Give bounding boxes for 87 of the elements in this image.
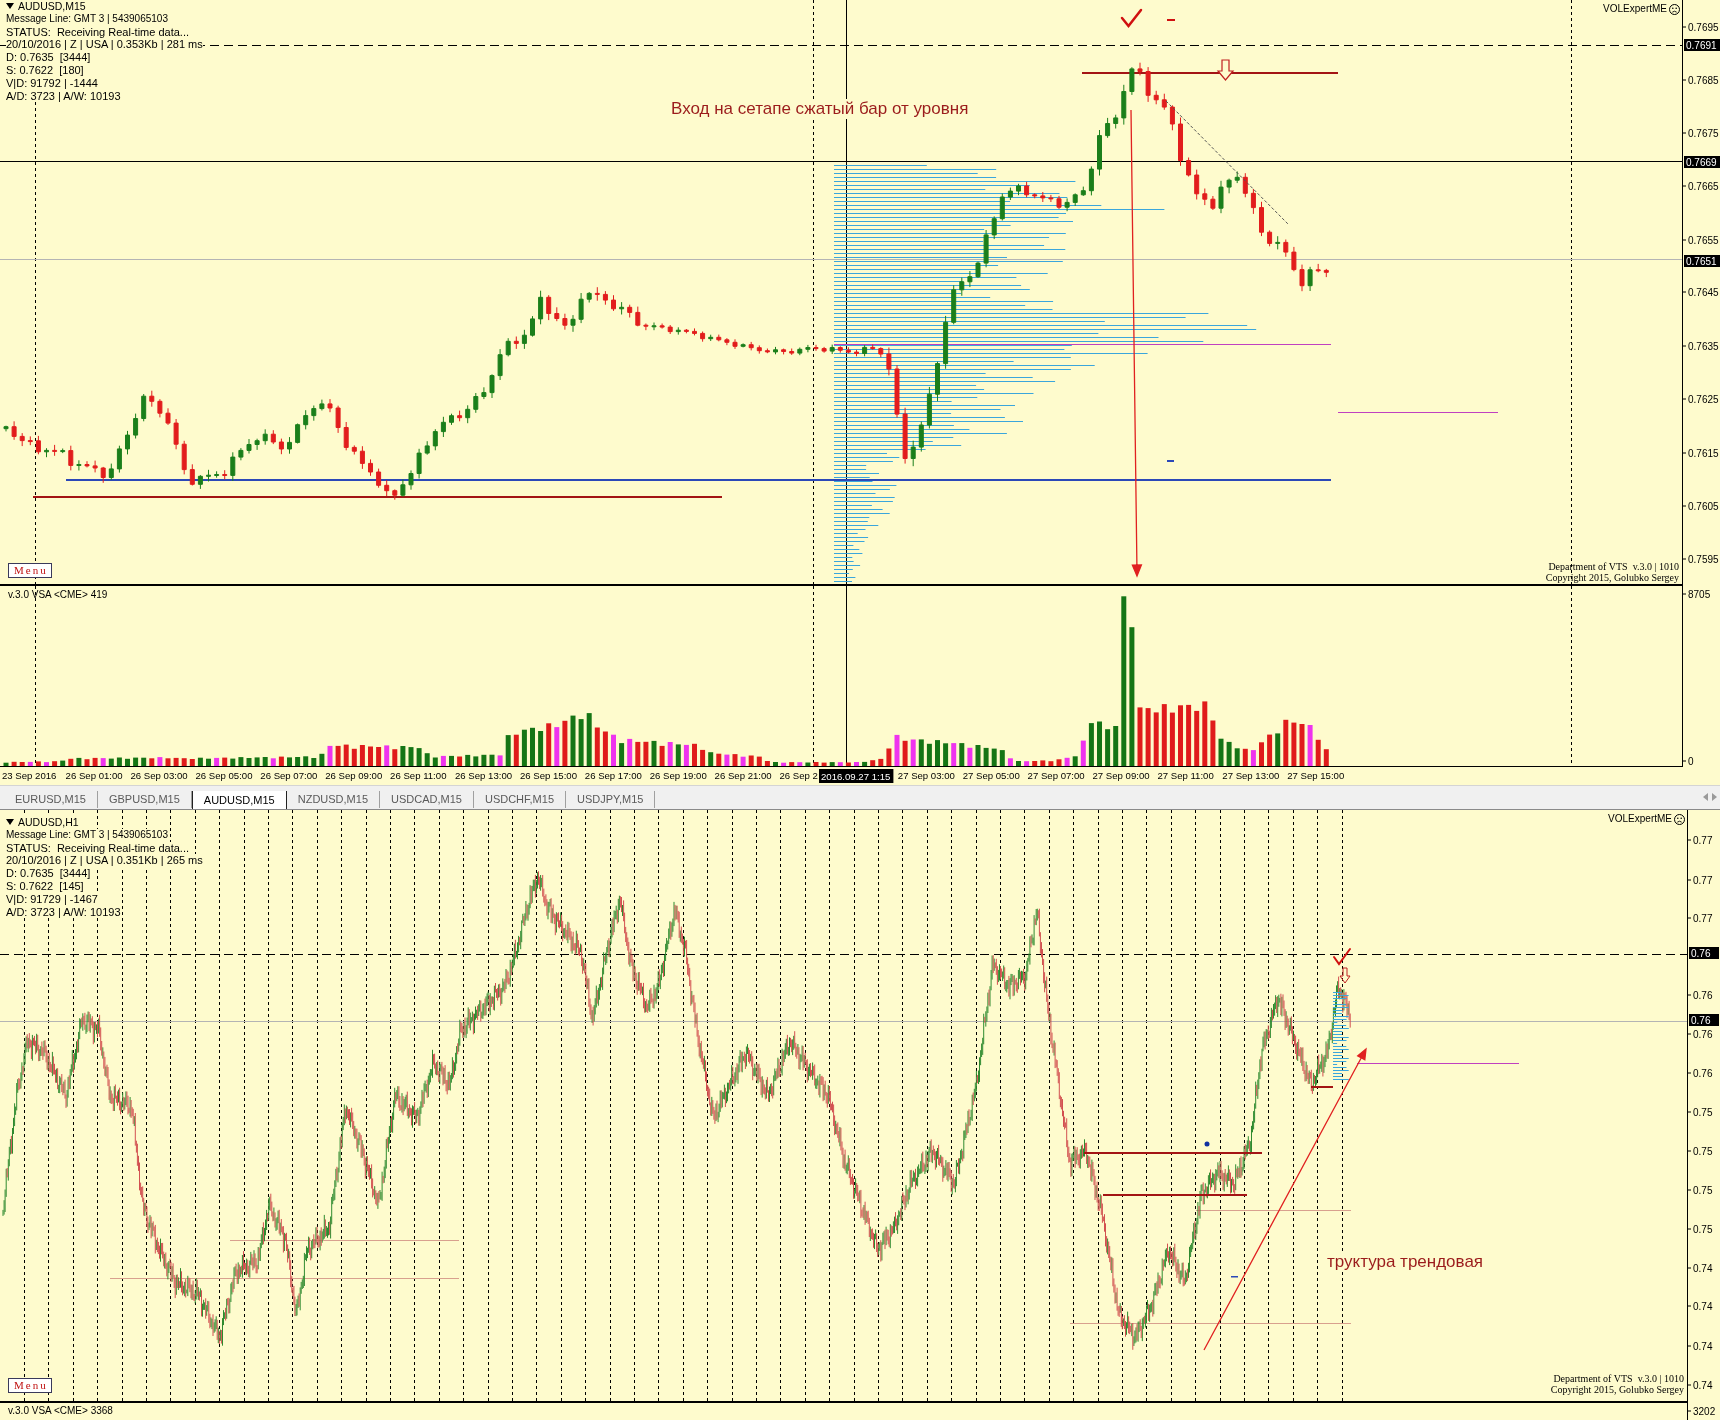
time-axis-label: 26 Sep 17:00 xyxy=(584,770,642,781)
price-axis-label: 0.7675 xyxy=(1688,127,1719,139)
time-axis-label: 27 Sep 11:00 xyxy=(1157,770,1214,781)
price-axis-label: 0.7595 xyxy=(1688,553,1719,565)
price-axis-label: 0.76 xyxy=(1693,989,1713,1001)
price-axis-label: 0.74 xyxy=(1693,1340,1713,1352)
price-axis-label: 0.7695 xyxy=(1688,21,1719,33)
time-axis-label: 27 Sep 07:00 xyxy=(1027,770,1085,781)
checkmark-icon xyxy=(1120,8,1143,28)
credits-text: Copyright 2015, Golubko Sergey xyxy=(1545,572,1679,583)
dash-mark-icon xyxy=(1167,19,1175,21)
down-arrow-icon xyxy=(1216,59,1235,81)
current-price-tag: 0.76 xyxy=(1689,947,1719,959)
price-axis-label: 0.77 xyxy=(1693,912,1713,924)
horizontal-level-line xyxy=(1311,1086,1333,1088)
price-axis-label: 0.77 xyxy=(1693,874,1713,886)
chart-tab[interactable]: NZDUSD,M15 xyxy=(286,791,381,808)
checkmark-icon xyxy=(1333,948,1351,966)
time-axis-label: 26 Sep 01:00 xyxy=(65,770,123,781)
price-axis-label: 0.7685 xyxy=(1688,74,1719,86)
chart-tab[interactable]: EURUSD,M15 xyxy=(4,791,98,808)
price-axis-label: 0.7605 xyxy=(1688,500,1719,512)
time-axis-label: 23 Sep 2016 xyxy=(2,770,57,781)
time-axis-label: 26 Sep 2 xyxy=(779,770,818,781)
time-axis-label: 26 Sep 21:00 xyxy=(714,770,772,781)
price-axis-label: 0.74 xyxy=(1693,1300,1713,1312)
price-axis-label: 0.75 xyxy=(1693,1145,1713,1157)
time-axis-label: 26 Sep 07:00 xyxy=(260,770,318,781)
price-axis-label: 0.7665 xyxy=(1688,180,1719,192)
menu-button[interactable]: Menu xyxy=(8,563,52,578)
volume-scale-label: 0 xyxy=(1688,755,1694,767)
price-axis-label: 0.76 xyxy=(1693,1028,1713,1040)
chart-symbol-title: AUDUSD,M15 xyxy=(18,0,86,13)
time-axis-label: 27 Sep 13:00 xyxy=(1222,770,1280,781)
price-axis-label: 0.75 xyxy=(1693,1184,1713,1196)
volume-scale-label: 8705 xyxy=(1688,588,1711,600)
expert-name-label: VOLExpertME xyxy=(1608,813,1672,825)
chart-tab[interactable]: USDJPY,M15 xyxy=(566,791,656,808)
price-axis-label: 0.7615 xyxy=(1688,447,1719,459)
time-axis-label: 27 Sep 15:00 xyxy=(1287,770,1345,781)
annotation-text: Вход на сетапе сжатый бар от уровня xyxy=(671,99,969,119)
price-axis-label: 0.7655 xyxy=(1688,234,1719,246)
caret-icon[interactable] xyxy=(6,819,14,826)
price-axis-label: 0.74 xyxy=(1693,1262,1713,1274)
time-axis-label: 26 Sep 09:00 xyxy=(325,770,383,781)
price-axis-label: 0.7645 xyxy=(1688,286,1719,298)
indicator-title: v.3.0 VSA <CME> 3368 xyxy=(8,1405,113,1417)
current-price-tag: 0.76 xyxy=(1689,1014,1719,1026)
price-axis-label: 0.74 xyxy=(1693,1379,1713,1391)
down-arrow-icon xyxy=(1339,967,1351,984)
price-axis-label: 0.75 xyxy=(1693,1106,1713,1118)
time-axis-label: 27 Sep 05:00 xyxy=(962,770,1020,781)
credits-text: Copyright 2015, Golubko Sergey xyxy=(1550,1384,1684,1395)
current-price-tag: 0.7691 xyxy=(1684,39,1720,51)
point-marker-icon xyxy=(1204,1141,1210,1147)
sad-face-icon xyxy=(1674,813,1685,825)
time-axis-label: 26 Sep 15:00 xyxy=(519,770,577,781)
credits-text: Department of VTS v.3.0 | 1010 xyxy=(1552,1373,1684,1384)
cursor-time-label: 2016.09.27 1:15 xyxy=(819,769,894,783)
caret-icon[interactable] xyxy=(6,3,14,10)
time-axis-label: 26 Sep 19:00 xyxy=(649,770,707,781)
price-axis-label: 0.7625 xyxy=(1688,393,1719,405)
price-axis-label: 0.77 xyxy=(1693,834,1713,846)
price-axis-label: 0.7635 xyxy=(1688,340,1719,352)
credits-text: Department of VTS v.3.0 | 1010 xyxy=(1547,561,1679,572)
time-axis-label: 26 Sep 03:00 xyxy=(130,770,188,781)
current-price-tag: 0.7669 xyxy=(1684,156,1720,168)
chart-tab[interactable]: GBPUSD,M15 xyxy=(97,791,192,808)
chart-symbol-title: AUDUSD,H1 xyxy=(18,816,79,829)
expert-name-label: VOLExpertME xyxy=(1603,3,1667,15)
chart-tab[interactable]: USDCHF,M15 xyxy=(473,791,566,808)
time-axis-label: 27 Sep 03:00 xyxy=(897,770,955,781)
time-axis-label: 26 Sep 13:00 xyxy=(455,770,513,781)
menu-button[interactable]: Menu xyxy=(8,1378,52,1393)
time-axis-label: 26 Sep 11:00 xyxy=(390,770,447,781)
dash-mark-icon xyxy=(1167,460,1174,462)
indicator-title: v.3.0 VSA <CME> 419 xyxy=(8,589,108,601)
chart-tab[interactable]: USDCAD,M15 xyxy=(380,791,474,808)
time-axis-label: 27 Sep 09:00 xyxy=(1092,770,1150,781)
time-axis-label: 26 Sep 05:00 xyxy=(195,770,253,781)
dash-mark-icon xyxy=(1231,1276,1238,1278)
volume-scale-label: 3202 xyxy=(1693,1405,1716,1417)
sad-face-icon xyxy=(1669,3,1680,15)
price-axis-label: 0.76 xyxy=(1693,1067,1713,1079)
price-axis-label: 0.75 xyxy=(1693,1223,1713,1235)
current-price-tag: 0.7651 xyxy=(1684,255,1720,267)
annotation-text: труктура трендовая xyxy=(1327,1252,1484,1272)
